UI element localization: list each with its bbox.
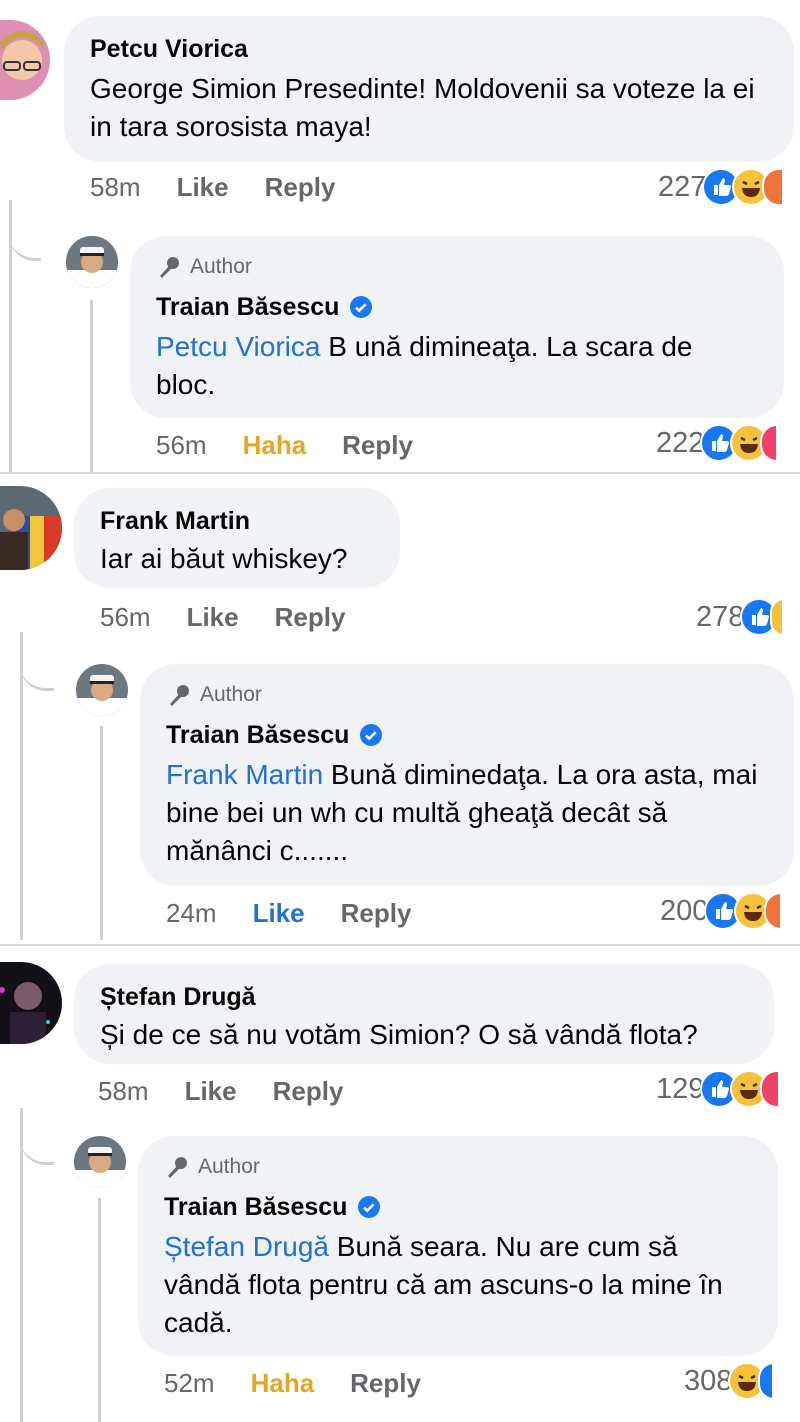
author-badge-label: Author [190,255,252,278]
avatar[interactable] [0,486,62,570]
reaction-count: 308 [684,1364,733,1397]
reaction-summary[interactable]: 129 [656,1070,781,1108]
author-avatar[interactable] [66,236,118,288]
divider [0,944,800,946]
author-avatar[interactable] [76,664,128,716]
like-icon [758,1362,775,1400]
avatar-photo-icon [66,236,118,288]
like-button[interactable]: Like [253,898,305,929]
author-badge: Author [164,1154,752,1180]
avatar[interactable] [0,962,62,1044]
mention-link[interactable]: Ștefan Drugă [164,1231,329,1262]
thread-line [90,300,93,472]
avatar-photo-icon [74,1136,126,1188]
reply-bubble: Author Traian Băsescu Petcu Viorica B un… [130,236,784,418]
reply-button[interactable]: Reply [275,602,346,633]
reply-text: Frank Martin Bună diminedaţa. La ora ast… [166,756,768,870]
avatar-photo-icon [0,962,62,1044]
reply-text: Ștefan Drugă Bună seara. Nu are cum să v… [164,1228,752,1342]
reply-author: Traian Băsescu [164,1192,752,1222]
reply-bubble: Author Traian Băsescu Frank Martin Bună … [140,664,794,886]
reply-button[interactable]: Reply [265,172,336,203]
like-button[interactable]: Like [185,1076,237,1107]
comment-bubble: Ștefan Drugă Și de ce să nu votăm Simion… [74,964,774,1064]
like-button[interactable]: Like [177,172,229,203]
reply-button[interactable]: Reply [273,1076,344,1107]
reaction-summary[interactable]: 222 [656,424,779,462]
thread-connector [20,632,54,691]
reaction-summary[interactable]: 200 [660,892,783,930]
timestamp[interactable]: 52m [164,1368,215,1399]
reaction-count: 227 [658,170,707,203]
comment-bubble: Petcu Viorica George Simion Presedinte! … [64,16,794,162]
timestamp[interactable]: 58m [90,172,141,203]
thread-line [98,1198,101,1422]
author-avatar[interactable] [74,1136,126,1188]
reply-button[interactable]: Reply [350,1368,421,1399]
timestamp[interactable]: 56m [100,602,151,633]
haha-button[interactable]: Haha [251,1368,315,1399]
comment-text: George Simion Presedinte! Moldovenii sa … [90,73,755,142]
timestamp[interactable]: 58m [98,1076,149,1107]
avatar[interactable] [0,20,50,100]
reaction-summary[interactable]: 278 [696,598,785,636]
reply-author-name[interactable]: Traian Băsescu [166,720,349,750]
comment-author[interactable]: Ștefan Drugă [100,982,748,1012]
reaction-count: 200 [660,894,709,927]
avatar-photo-icon [0,20,50,100]
microphone-icon [160,257,179,278]
mention-link[interactable]: Petcu Viorica [156,331,320,362]
timestamp[interactable]: 24m [166,898,217,929]
avatar-photo-icon [0,486,62,570]
like-button[interactable]: Like [187,602,239,633]
comment-bubble: Frank Martin Iar ai băut whiskey? [74,488,400,588]
verified-badge-icon [360,724,383,746]
reply-actions: 52m Haha Reply [164,1368,421,1399]
thread-line [20,632,23,940]
reply-actions: 56m Haha Reply [156,430,413,461]
reaction-count: 222 [656,426,705,459]
comment-text: Iar ai băut whiskey? [100,543,348,574]
reply-text: Petcu Viorica B ună dimineaţa. La scara … [156,328,758,404]
reaction-summary[interactable]: 227 [658,168,785,206]
comment-author[interactable]: Frank Martin [100,506,374,536]
thread-connector [9,200,41,261]
verified-badge-icon [350,296,373,318]
love-icon [760,1070,781,1108]
haha-icon [770,598,785,636]
mention-link[interactable]: Frank Martin [166,759,323,790]
comment-actions: 56m Like Reply [100,602,345,633]
reaction-count: 129 [656,1072,705,1105]
author-badge-label: Author [198,1155,260,1178]
reaction-summary[interactable]: 308 [684,1362,775,1400]
avatar-photo-icon [76,664,128,716]
reply-author: Traian Băsescu [156,292,758,322]
divider [0,472,800,474]
microphone-icon [168,1157,187,1178]
author-badge: Author [166,682,768,708]
angry-icon [762,168,785,206]
author-badge-label: Author [200,683,262,706]
comment-actions: 58m Like Reply [98,1076,343,1107]
microphone-icon [170,685,189,706]
timestamp[interactable]: 56m [156,430,207,461]
thread-line [20,1108,23,1422]
comment-actions: 58m Like Reply [90,172,335,203]
reply-button[interactable]: Reply [341,898,412,929]
reply-author-name[interactable]: Traian Băsescu [164,1192,347,1222]
reply-author-name[interactable]: Traian Băsescu [156,292,339,322]
reply-actions: 24m Like Reply [166,898,411,929]
thread-connector [20,1108,54,1165]
author-badge: Author [156,254,758,280]
reaction-count: 278 [696,600,745,633]
haha-button[interactable]: Haha [243,430,307,461]
reply-bubble: Author Traian Băsescu Ștefan Drugă Bună … [138,1136,778,1356]
comment-author[interactable]: Petcu Viorica [90,34,768,64]
reply-button[interactable]: Reply [342,430,413,461]
verified-badge-icon [358,1196,381,1218]
reply-author: Traian Băsescu [166,720,768,750]
thread-line [100,726,103,940]
comment-text: Și de ce să nu votăm Simion? O să vândă … [100,1019,698,1050]
